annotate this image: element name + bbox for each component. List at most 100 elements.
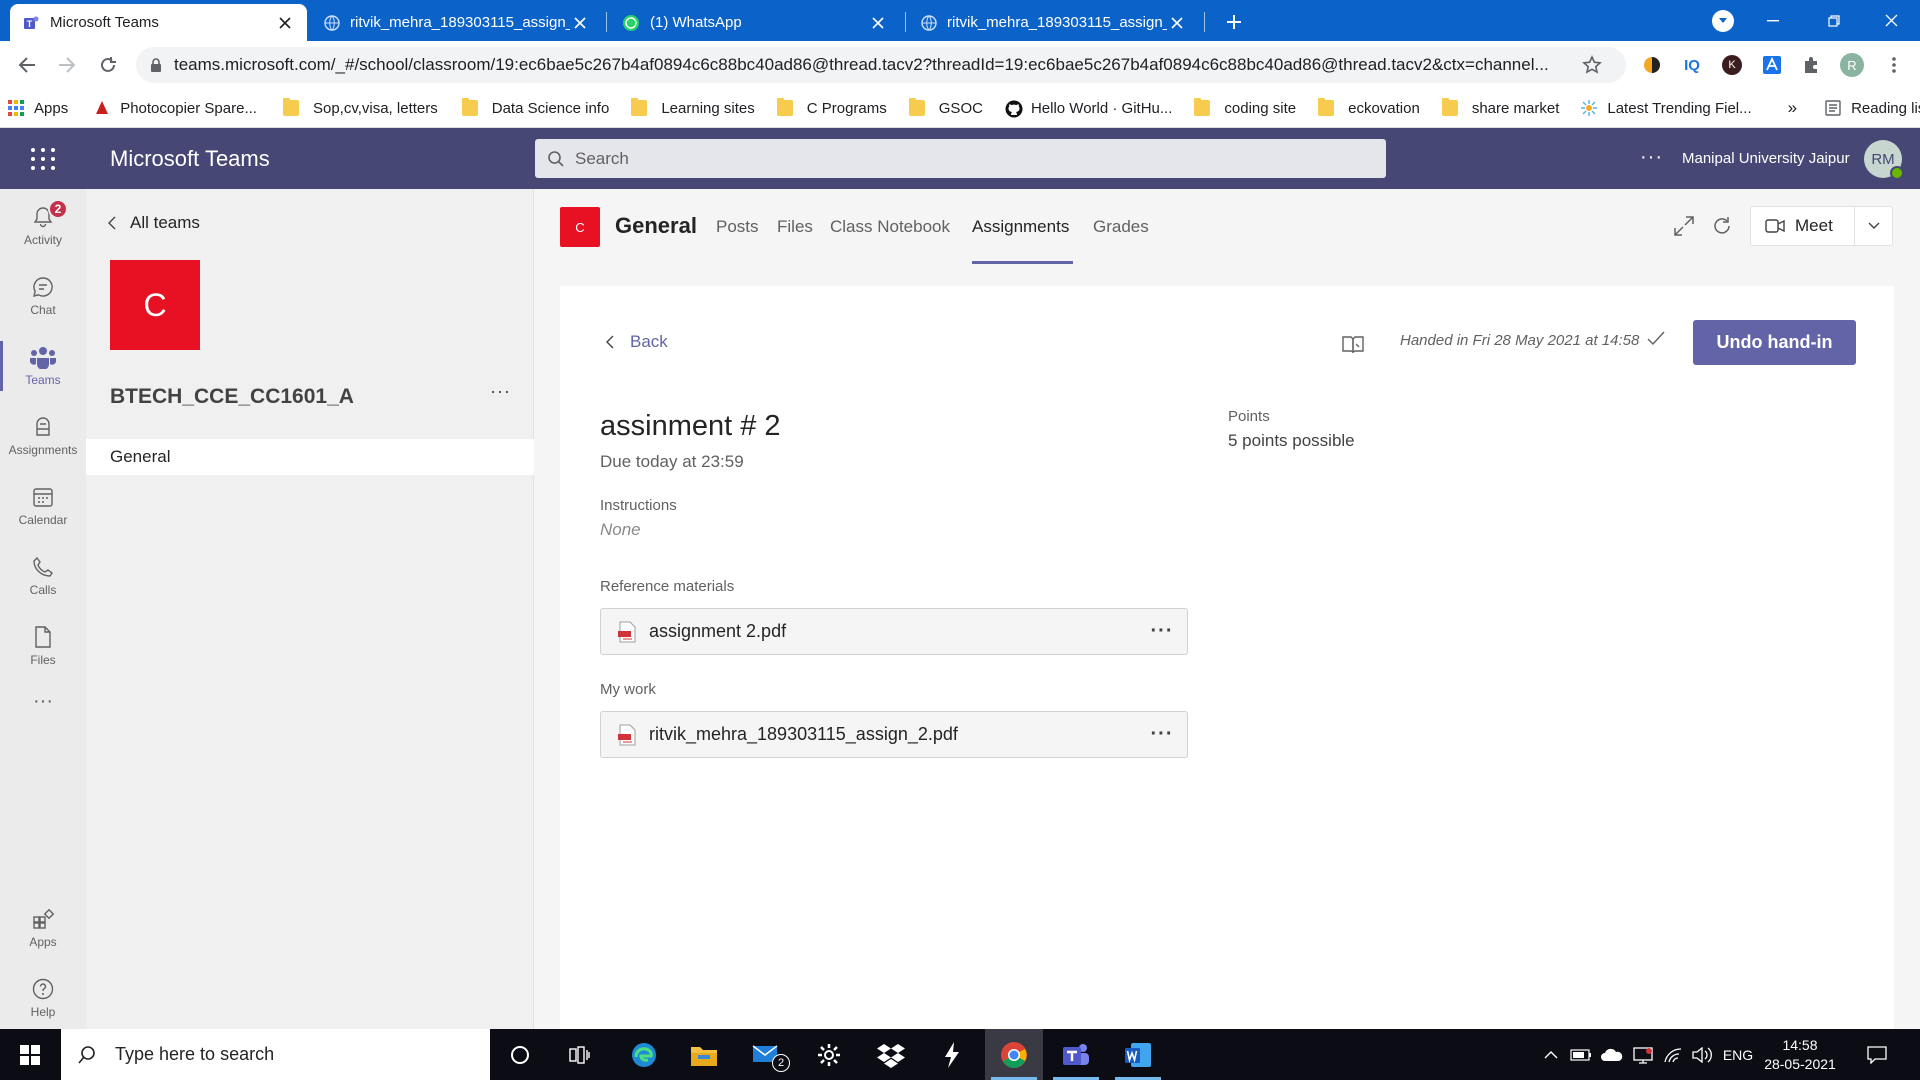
team-more-options-icon[interactable]: ··· bbox=[490, 381, 511, 402]
edge-icon[interactable] bbox=[615, 1029, 673, 1080]
notification-center-icon[interactable] bbox=[1862, 1043, 1892, 1067]
all-teams-link[interactable]: All teams bbox=[108, 213, 200, 233]
battery-icon[interactable] bbox=[1568, 1043, 1594, 1067]
input-language[interactable]: ENG bbox=[1718, 1043, 1758, 1067]
bookmark-folder-coding[interactable]: coding site bbox=[1186, 93, 1304, 123]
bookmark-folder-gsoc[interactable]: GSOC bbox=[901, 93, 991, 123]
close-icon[interactable] bbox=[868, 13, 888, 33]
undo-hand-in-button[interactable]: Undo hand-in bbox=[1693, 320, 1856, 365]
volume-icon[interactable] bbox=[1690, 1043, 1716, 1067]
windows-taskbar: Type here to search 2 ENG 14:58 28-05-20… bbox=[0, 1029, 1920, 1080]
file-more-options-icon[interactable]: ··· bbox=[1137, 723, 1187, 746]
rail-item-teams[interactable]: Teams bbox=[0, 333, 86, 399]
close-window-button[interactable] bbox=[1868, 0, 1914, 41]
kebab-menu-icon[interactable] bbox=[1882, 53, 1906, 77]
meet-now-button[interactable]: Meet bbox=[1751, 207, 1855, 245]
calendar-icon bbox=[31, 485, 55, 509]
back-arrow-icon[interactable] bbox=[13, 51, 41, 79]
wifi-icon[interactable] bbox=[1660, 1043, 1686, 1067]
puzzle-icon[interactable] bbox=[1800, 53, 1824, 77]
my-work-file-item[interactable]: ritvik_mehra_189303115_assign_2.pdf ··· bbox=[600, 711, 1188, 758]
close-icon[interactable] bbox=[570, 13, 590, 33]
minimize-button[interactable] bbox=[1750, 0, 1796, 41]
browser-tab-assign-1[interactable]: ritvik_mehra_189303115_assign_2 bbox=[312, 4, 602, 41]
mail-icon[interactable]: 2 bbox=[738, 1029, 796, 1080]
bookmark-folder-c-programs[interactable]: C Programs bbox=[769, 93, 895, 123]
tab-grades[interactable]: Grades bbox=[1093, 217, 1149, 237]
windows-start-icon[interactable] bbox=[10, 1039, 50, 1070]
settings-gear-icon[interactable] bbox=[800, 1029, 858, 1080]
rail-item-help[interactable]: Help bbox=[0, 965, 86, 1031]
app-launcher-icon[interactable] bbox=[28, 144, 58, 174]
profile-avatar[interactable]: R bbox=[1840, 53, 1864, 77]
tab-posts[interactable]: Posts bbox=[716, 217, 759, 237]
more-options-icon[interactable]: ··· bbox=[1640, 146, 1663, 169]
bookmark-folder-learning[interactable]: Learning sites bbox=[623, 93, 762, 123]
rail-item-assignments[interactable]: Assignments bbox=[0, 403, 86, 469]
chevron-up-icon[interactable] bbox=[1540, 1043, 1562, 1067]
rail-item-calls[interactable]: Calls bbox=[0, 543, 86, 609]
browser-tab-whatsapp[interactable]: (1) WhatsApp bbox=[610, 4, 900, 41]
cortana-icon[interactable] bbox=[491, 1029, 549, 1080]
rail-item-apps[interactable]: Apps bbox=[0, 895, 86, 961]
tab-search-button[interactable] bbox=[1712, 10, 1734, 32]
bookmark-latest-trending[interactable]: Latest Trending Fiel... bbox=[1573, 93, 1759, 123]
extension-a-icon[interactable] bbox=[1760, 53, 1784, 77]
bookmark-folder-data-science[interactable]: Data Science info bbox=[454, 93, 618, 123]
bookmark-folder-sop[interactable]: Sop,cv,visa, letters bbox=[275, 93, 446, 123]
k-icon[interactable]: K bbox=[1720, 53, 1744, 77]
bookmark-folder-eckovation[interactable]: eckovation bbox=[1310, 93, 1428, 123]
system-clock[interactable]: 14:58 28-05-2021 bbox=[1762, 1036, 1838, 1074]
dropbox-icon[interactable] bbox=[862, 1029, 920, 1080]
org-name[interactable]: Manipal University Jaipur bbox=[1682, 150, 1850, 167]
rail-item-files[interactable]: Files bbox=[0, 613, 86, 679]
tab-assignments[interactable]: Assignments bbox=[972, 217, 1069, 237]
file-more-options-icon[interactable]: ··· bbox=[1137, 620, 1187, 643]
channel-item-general[interactable]: General bbox=[86, 439, 534, 475]
task-view-icon[interactable] bbox=[551, 1029, 609, 1080]
extension-swirl-icon[interactable] bbox=[1640, 53, 1664, 77]
bookmarks-overflow-button[interactable]: » bbox=[1780, 93, 1805, 123]
close-icon[interactable] bbox=[275, 13, 295, 33]
globe-icon bbox=[921, 14, 937, 31]
screen-share-icon[interactable] bbox=[1630, 1043, 1656, 1067]
reading-list-button[interactable]: Reading list bbox=[1817, 93, 1920, 123]
tab-class-notebook[interactable]: Class Notebook bbox=[830, 217, 950, 237]
browser-tab-teams[interactable]: T Microsoft Teams bbox=[10, 4, 307, 41]
app-rail: 2 Activity Chat Teams Assignments Calend… bbox=[0, 189, 86, 1029]
rail-more-apps[interactable]: ··· bbox=[0, 681, 86, 721]
bookmark-photocopier[interactable]: Photocopier Spare... bbox=[86, 93, 265, 123]
immersive-reader-icon[interactable] bbox=[1342, 334, 1364, 354]
expand-icon[interactable] bbox=[1673, 215, 1695, 237]
word-icon[interactable] bbox=[1109, 1029, 1167, 1080]
refresh-icon[interactable] bbox=[1710, 214, 1734, 238]
bookmark-folder-share-market[interactable]: share market bbox=[1434, 93, 1568, 123]
meet-button[interactable]: Meet bbox=[1750, 206, 1893, 246]
reload-icon[interactable] bbox=[94, 51, 122, 79]
teams-app-icon[interactable] bbox=[1047, 1029, 1105, 1080]
restore-button[interactable] bbox=[1811, 0, 1857, 41]
close-icon[interactable] bbox=[1167, 13, 1187, 33]
tab-files[interactable]: Files bbox=[777, 217, 813, 237]
bookmark-github[interactable]: Hello World · GitHu... bbox=[997, 93, 1180, 123]
rail-item-activity[interactable]: 2 Activity bbox=[0, 193, 86, 259]
bolt-app-icon[interactable] bbox=[923, 1029, 981, 1080]
taskbar-search-input[interactable]: Type here to search bbox=[61, 1029, 490, 1080]
iq-icon[interactable]: IQ bbox=[1680, 53, 1704, 77]
reference-file-item[interactable]: assignment 2.pdf ··· bbox=[600, 608, 1188, 655]
address-bar[interactable]: teams.microsoft.com/_#/school/classroom/… bbox=[136, 47, 1626, 83]
star-bookmark-icon[interactable] bbox=[1582, 55, 1602, 75]
back-button[interactable]: Back bbox=[606, 332, 668, 352]
rail-item-chat[interactable]: Chat bbox=[0, 263, 86, 329]
forward-arrow-icon[interactable] bbox=[53, 51, 81, 79]
browser-tab-assign-2[interactable]: ritvik_mehra_189303115_assign_2 bbox=[909, 4, 1199, 41]
file-explorer-icon[interactable] bbox=[675, 1029, 733, 1080]
chevron-left-icon bbox=[606, 335, 614, 349]
new-tab-button[interactable] bbox=[1220, 8, 1248, 36]
rail-item-calendar[interactable]: Calendar bbox=[0, 473, 86, 539]
onedrive-icon[interactable] bbox=[1598, 1043, 1626, 1067]
search-input[interactable]: Search bbox=[535, 139, 1386, 178]
bookmark-apps[interactable]: Apps bbox=[0, 93, 76, 123]
chevron-down-icon[interactable] bbox=[1855, 222, 1892, 230]
chrome-icon[interactable] bbox=[985, 1029, 1043, 1080]
